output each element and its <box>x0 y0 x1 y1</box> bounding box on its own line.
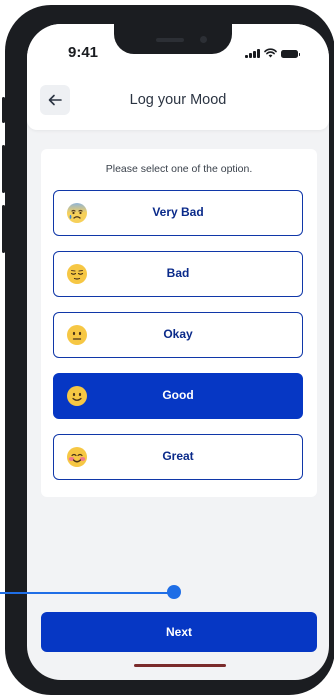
speaker <box>156 38 184 42</box>
mood-option-great[interactable]: Great <box>53 434 303 480</box>
pointer-dot <box>167 585 181 599</box>
mood-option-good[interactable]: Good <box>53 373 303 419</box>
screen: 9:41 Log your Mood Please select one of … <box>27 24 329 680</box>
mood-option-label: Good <box>162 388 194 402</box>
prompt-text: Please select one of the option. <box>105 163 253 175</box>
pointer-line <box>0 592 173 594</box>
home-indicator <box>134 664 226 667</box>
volume-down-button <box>2 205 5 253</box>
mood-option-label: Okay <box>163 327 193 341</box>
mood-option-okay[interactable]: Okay <box>53 312 303 358</box>
front-camera <box>200 36 207 43</box>
mood-option-bad[interactable]: Bad <box>53 251 303 297</box>
mood-option-label: Very Bad <box>152 205 204 219</box>
mute-switch <box>2 97 5 123</box>
status-time: 9:41 <box>68 44 99 61</box>
battery-icon <box>280 50 300 58</box>
wifi-icon <box>263 48 277 58</box>
mood-option-very-bad[interactable]: Very Bad <box>53 190 303 236</box>
page-title: Log your Mood <box>129 92 227 108</box>
mood-option-label: Bad <box>166 266 190 280</box>
signal-icon <box>245 48 260 58</box>
volume-up-button <box>2 145 5 193</box>
mood-option-label: Great <box>162 449 194 463</box>
notch <box>114 24 232 54</box>
mood-card: Please select one of the option. Very Ba… <box>41 149 317 497</box>
next-button[interactable]: Next <box>41 612 317 652</box>
status-icons <box>245 48 300 58</box>
